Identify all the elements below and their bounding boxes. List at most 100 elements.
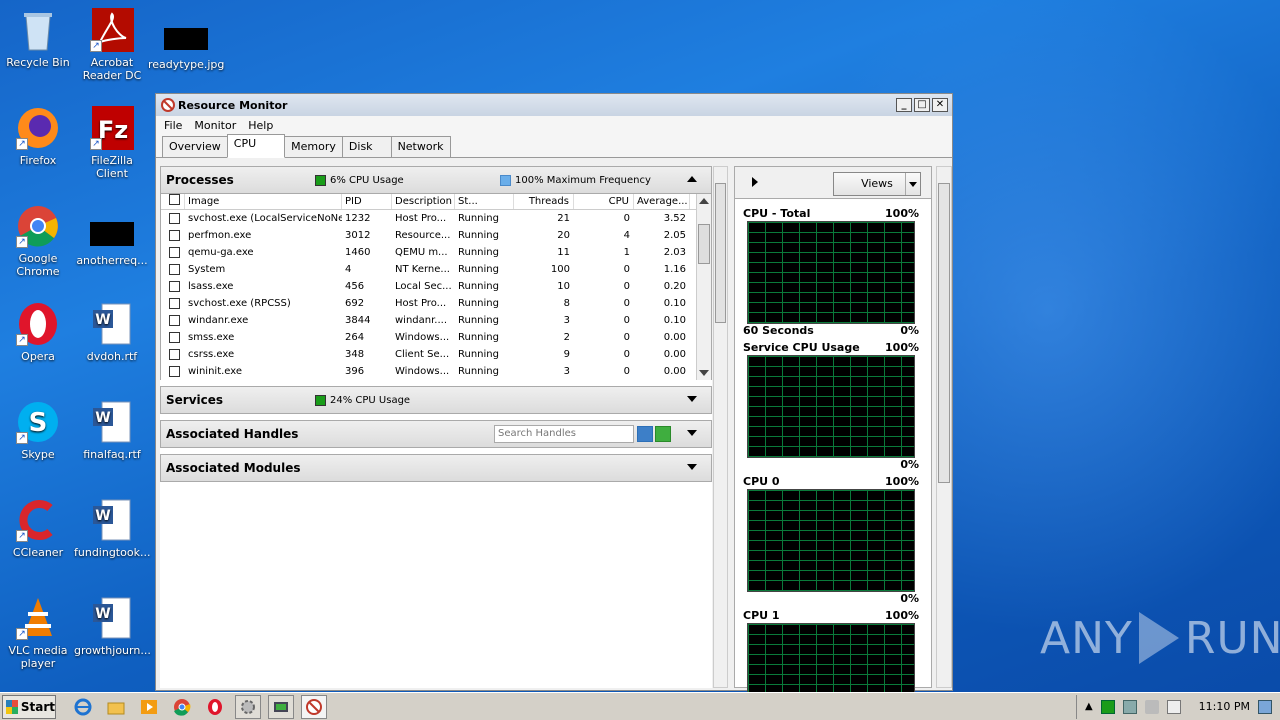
show-desktop-icon[interactable] bbox=[1258, 699, 1272, 714]
row-checkbox[interactable] bbox=[161, 366, 185, 377]
expand-arrow-icon[interactable] bbox=[687, 430, 697, 436]
row-checkbox[interactable] bbox=[161, 230, 185, 241]
table-row[interactable]: perfmon.exe 3012 Resource... Running 20 4 2.05 bbox=[161, 227, 711, 244]
associated-modules-header[interactable]: Associated Modules bbox=[160, 454, 712, 482]
column-average-cpu[interactable]: Average... bbox=[634, 194, 690, 209]
processes-max-frequency: 100% Maximum Frequency bbox=[515, 175, 651, 186]
scroll-thumb[interactable] bbox=[698, 224, 710, 264]
menu-monitor[interactable]: Monitor bbox=[194, 119, 236, 132]
taskbar-chrome-icon[interactable] bbox=[169, 695, 195, 719]
graph-title: Service CPU Usage bbox=[743, 341, 860, 354]
row-checkbox[interactable] bbox=[161, 349, 185, 360]
tray-flag-icon[interactable] bbox=[1166, 699, 1181, 714]
desktop-icon-anotherreq[interactable]: anotherreq... bbox=[74, 222, 150, 267]
table-cell: Running bbox=[458, 332, 499, 343]
taskbar: Start ▲ 11:10 PM bbox=[0, 692, 1280, 720]
desktop-icon-fundingtook[interactable]: W fundingtook... bbox=[74, 498, 150, 559]
scroll-up-icon[interactable] bbox=[699, 198, 709, 204]
desktop-icon-readytype[interactable]: readytype.jpg bbox=[148, 28, 224, 71]
tab-network[interactable]: Network bbox=[390, 136, 451, 157]
table-row[interactable]: wininit.exe 396 Windows... Running 3 0 0.00 bbox=[161, 363, 711, 380]
minimize-button[interactable]: _ bbox=[896, 98, 912, 112]
desktop-icon-ccleaner[interactable]: ↗ CCleaner bbox=[0, 498, 76, 559]
row-checkbox[interactable] bbox=[161, 315, 185, 326]
taskbar-network-icon[interactable] bbox=[268, 694, 294, 719]
scroll-thumb[interactable] bbox=[715, 183, 726, 323]
row-checkbox[interactable] bbox=[161, 213, 185, 224]
tray-volume-icon[interactable] bbox=[1144, 699, 1159, 714]
table-row[interactable]: smss.exe 264 Windows... Running 2 0 0.00 bbox=[161, 329, 711, 346]
desktop-icon-growthjourn[interactable]: W growthjourn... bbox=[74, 596, 151, 657]
row-checkbox[interactable] bbox=[161, 332, 185, 343]
start-button[interactable]: Start bbox=[2, 694, 56, 719]
window-titlebar[interactable]: Resource Monitor _ □ ✕ bbox=[156, 94, 952, 116]
table-row[interactable]: svchost.exe (RPCSS) 692 Host Pro... Running… bbox=[161, 295, 711, 312]
column-description[interactable]: Description bbox=[392, 194, 455, 209]
column-image[interactable]: Image bbox=[185, 194, 342, 209]
table-row[interactable]: windanr.exe 3844 windanr.... Running 3 0 0.10 bbox=[161, 312, 711, 329]
views-button[interactable]: Views bbox=[833, 172, 921, 196]
graphs-scrollbar[interactable] bbox=[936, 166, 952, 688]
tab-overview[interactable]: Overview bbox=[162, 136, 228, 157]
table-cell: 0 bbox=[623, 213, 630, 224]
table-row[interactable]: qemu-ga.exe 1460 QEMU m... Running 11 1 2.03 bbox=[161, 244, 711, 261]
tab-memory[interactable]: Memory bbox=[284, 136, 343, 157]
desktop-icon-dvdoh[interactable]: W dvdoh.rtf bbox=[74, 302, 150, 363]
menu-file[interactable]: File bbox=[164, 119, 182, 132]
processes-scrollbar[interactable] bbox=[696, 194, 711, 380]
expand-pane-icon[interactable] bbox=[752, 177, 758, 187]
chevron-down-icon[interactable] bbox=[905, 173, 920, 195]
search-icon[interactable] bbox=[637, 426, 653, 442]
desktop-icon-filezilla[interactable]: Fz ↗ FileZilla Client bbox=[74, 106, 150, 180]
row-checkbox[interactable] bbox=[161, 264, 185, 275]
desktop-icon-recycle-bin[interactable]: Recycle Bin bbox=[0, 8, 76, 69]
expand-arrow-icon[interactable] bbox=[687, 396, 697, 402]
taskbar-opera-icon[interactable] bbox=[202, 695, 228, 719]
desktop-icon-firefox[interactable]: ↗ Firefox bbox=[0, 106, 76, 167]
tray-monitor-icon[interactable] bbox=[1100, 699, 1115, 714]
tab-cpu[interactable]: CPU bbox=[226, 134, 286, 158]
associated-handles-header[interactable]: Associated Handles Search Handles bbox=[160, 420, 712, 448]
column-threads[interactable]: Threads bbox=[514, 194, 574, 209]
desktop-icon-skype[interactable]: S ↗ Skype bbox=[0, 400, 76, 461]
services-header[interactable]: Services 24% CPU Usage bbox=[160, 386, 712, 414]
tab-disk[interactable]: Disk bbox=[341, 136, 392, 157]
expand-arrow-icon[interactable] bbox=[687, 464, 697, 470]
desktop-icon-vlc[interactable]: ↗ VLC media player bbox=[0, 596, 76, 670]
taskbar-ie-icon[interactable] bbox=[70, 695, 96, 719]
column-pid[interactable]: PID bbox=[342, 194, 392, 209]
tray-show-hidden-icon[interactable]: ▲ bbox=[1085, 701, 1093, 712]
details-pane-scrollbar[interactable] bbox=[713, 166, 728, 688]
table-row[interactable]: System 4 NT Kerne... Running 100 0 1.16 bbox=[161, 261, 711, 278]
scroll-thumb[interactable] bbox=[938, 183, 950, 483]
row-checkbox[interactable] bbox=[161, 298, 185, 309]
desktop-icon-label: finalfaq.rtf bbox=[83, 448, 141, 461]
refresh-icon[interactable] bbox=[655, 426, 671, 442]
desktop-icon-chrome[interactable]: ↗ Google Chrome bbox=[0, 204, 76, 278]
tray-clock[interactable]: 11:10 PM bbox=[1199, 700, 1250, 713]
collapse-arrow-icon[interactable] bbox=[687, 176, 697, 182]
desktop-icon-acrobat[interactable]: ↗ Acrobat Reader DC bbox=[74, 8, 150, 82]
desktop-icon-opera[interactable]: ↗ Opera bbox=[0, 302, 76, 363]
table-row[interactable]: csrss.exe 348 Client Se... Running 9 0 0.00 bbox=[161, 346, 711, 363]
scroll-down-icon[interactable] bbox=[699, 370, 709, 376]
table-row[interactable]: lsass.exe 456 Local Sec... Running 10 0 0.20 bbox=[161, 278, 711, 295]
row-checkbox[interactable] bbox=[161, 247, 185, 258]
desktop-icon-finalfaq[interactable]: W finalfaq.rtf bbox=[74, 400, 150, 461]
row-checkbox[interactable] bbox=[161, 281, 185, 292]
taskbar-resource-monitor-icon[interactable] bbox=[301, 694, 327, 719]
tray-network-icon[interactable] bbox=[1122, 699, 1137, 714]
menu-help[interactable]: Help bbox=[248, 119, 273, 132]
taskbar-settings-icon[interactable] bbox=[235, 694, 261, 719]
maximize-button[interactable]: □ bbox=[914, 98, 930, 112]
select-all-checkbox[interactable] bbox=[161, 194, 185, 209]
column-status[interactable]: St... bbox=[455, 194, 514, 209]
table-cell: csrss.exe bbox=[188, 349, 235, 360]
table-row[interactable]: svchost.exe (LocalServiceNoNet... 1232 Hos… bbox=[161, 210, 711, 227]
column-cpu[interactable]: CPU bbox=[574, 194, 634, 209]
taskbar-media-player-icon[interactable] bbox=[136, 695, 162, 719]
close-button[interactable]: ✕ bbox=[932, 98, 948, 112]
search-handles-input[interactable]: Search Handles bbox=[494, 425, 634, 443]
processes-header[interactable]: Processes 6% CPU Usage 100% Maximum Freq… bbox=[160, 166, 712, 194]
taskbar-explorer-icon[interactable] bbox=[103, 695, 129, 719]
